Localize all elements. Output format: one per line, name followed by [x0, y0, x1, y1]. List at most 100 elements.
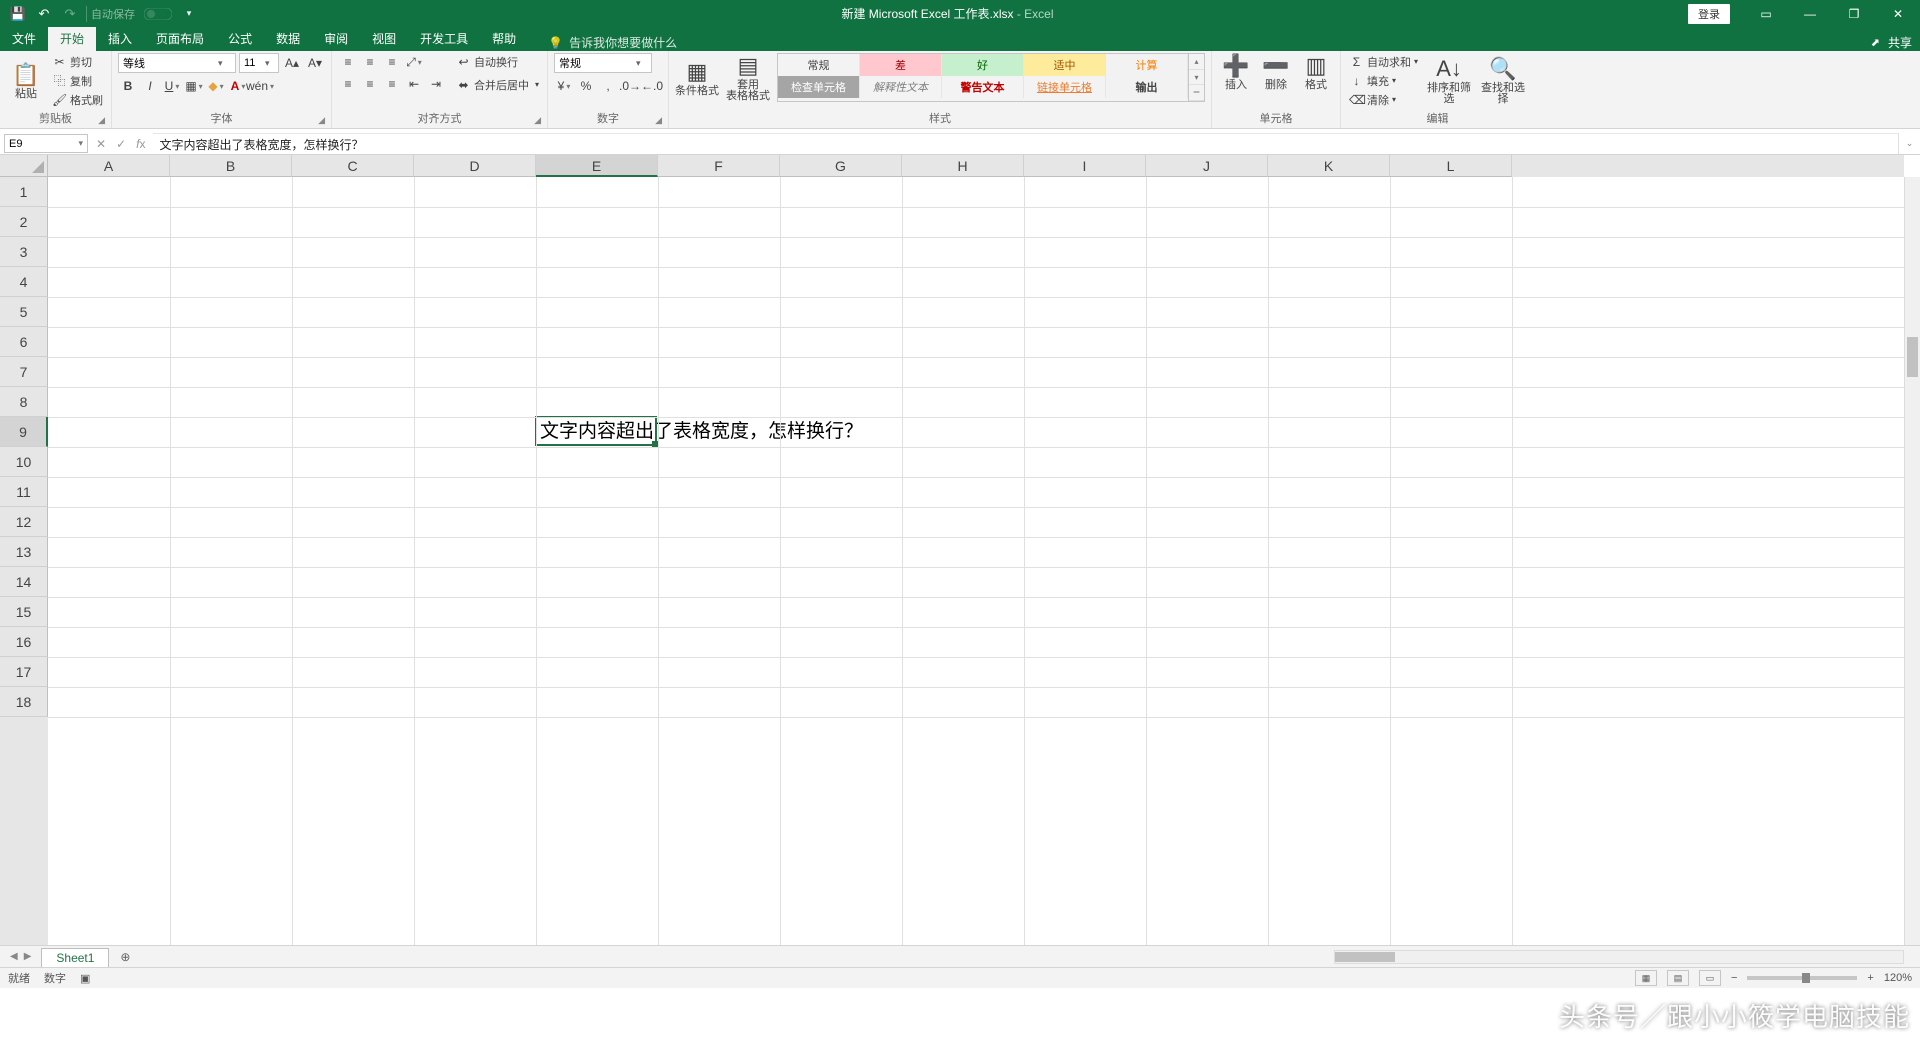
orientation-icon[interactable]: ⤢ — [404, 53, 424, 71]
dialog-launcher-icon[interactable]: ◢ — [318, 115, 325, 126]
redo-icon[interactable]: ↷ — [58, 3, 82, 25]
collapse-ribbon-icon[interactable]: ⬈ — [1871, 36, 1880, 49]
cut-button[interactable]: ✂剪切 — [50, 53, 105, 70]
fill-color-button[interactable]: ◆ — [206, 77, 226, 95]
fx-icon[interactable]: fx — [136, 137, 145, 151]
sheet-nav[interactable]: ◀▶ — [0, 951, 41, 962]
enter-icon[interactable]: ✓ — [116, 137, 126, 151]
minimize-button[interactable]: — — [1788, 0, 1832, 27]
comma-icon[interactable]: , — [598, 77, 618, 95]
tab-data[interactable]: 数据 — [264, 27, 312, 51]
sort-filter-button[interactable]: A↓排序和筛选 — [1424, 53, 1474, 108]
tab-insert[interactable]: 插入 — [96, 27, 144, 51]
style-warn[interactable]: 警告文本 — [942, 76, 1024, 98]
row-header[interactable]: 3 — [0, 237, 48, 267]
tell-me-search[interactable]: 💡 告诉我你想要做什么 — [548, 34, 677, 51]
autosave-toggle[interactable] — [141, 3, 175, 25]
row-header[interactable]: 4 — [0, 267, 48, 297]
merge-button[interactable]: ⬌合并后居中▾ — [454, 76, 541, 93]
style-link[interactable]: 链接单元格 — [1024, 76, 1106, 98]
delete-cells-button[interactable]: ➖删除 — [1258, 53, 1294, 91]
autosum-button[interactable]: Σ自动求和▾ — [1347, 53, 1420, 70]
expand-formula-bar-icon[interactable]: ⌄ — [1898, 133, 1920, 154]
worksheet-grid[interactable]: ABCDEFGHIJKL 123456789101112131415161718… — [0, 155, 1920, 945]
style-bad[interactable]: 差 — [860, 54, 942, 76]
fill-button[interactable]: ↓填充▾ — [1347, 72, 1420, 89]
row-header[interactable]: 11 — [0, 477, 48, 507]
row-header[interactable]: 15 — [0, 597, 48, 627]
dialog-launcher-icon[interactable]: ◢ — [534, 115, 541, 126]
wrap-text-button[interactable]: ↩自动换行 — [454, 53, 541, 70]
cells-area[interactable]: 文字内容超出了表格宽度，怎样换行？ — [48, 177, 1904, 945]
login-button[interactable]: 登录 — [1688, 4, 1730, 24]
col-header[interactable]: H — [902, 155, 1024, 177]
col-header[interactable]: L — [1390, 155, 1512, 177]
accounting-icon[interactable]: ¥ — [554, 77, 574, 95]
col-header[interactable]: A — [48, 155, 170, 177]
tab-home[interactable]: 开始 — [48, 27, 96, 51]
phonetic-button[interactable]: wén — [250, 77, 270, 95]
zoom-out-button[interactable]: − — [1731, 972, 1737, 984]
indent-dec-icon[interactable]: ⇤ — [404, 75, 424, 93]
style-calc[interactable]: 计算 — [1106, 54, 1188, 76]
font-size-combo[interactable]: ▾ — [239, 53, 279, 73]
align-left-icon[interactable]: ≡ — [338, 75, 358, 93]
align-top-icon[interactable]: ≡ — [338, 53, 358, 71]
align-right-icon[interactable]: ≡ — [382, 75, 402, 93]
tab-file[interactable]: 文件 — [0, 27, 48, 51]
style-output[interactable]: 输出 — [1106, 76, 1188, 98]
align-bottom-icon[interactable]: ≡ — [382, 53, 402, 71]
row-header[interactable]: 16 — [0, 627, 48, 657]
underline-button[interactable]: U — [162, 77, 182, 95]
font-name-combo[interactable]: ▾ — [118, 53, 236, 73]
qat-customize-icon[interactable]: ▾ — [177, 3, 201, 25]
dialog-launcher-icon[interactable]: ◢ — [98, 115, 105, 126]
copy-button[interactable]: ⿻复制 — [50, 72, 105, 89]
row-header[interactable]: 12 — [0, 507, 48, 537]
view-normal-icon[interactable]: ▦ — [1635, 970, 1657, 986]
bold-button[interactable]: B — [118, 77, 138, 95]
row-headers[interactable]: 123456789101112131415161718 — [0, 177, 48, 945]
undo-icon[interactable]: ↶ — [32, 3, 56, 25]
col-header[interactable]: E — [536, 155, 658, 177]
macro-rec-icon[interactable]: ▣ — [80, 972, 90, 985]
col-header[interactable]: B — [170, 155, 292, 177]
row-header[interactable]: 10 — [0, 447, 48, 477]
border-button[interactable]: ▦ — [184, 77, 204, 95]
conditional-format-button[interactable]: ▦条件格式 — [675, 53, 719, 102]
col-header[interactable]: C — [292, 155, 414, 177]
style-neutral[interactable]: 适中 — [1024, 54, 1106, 76]
col-header[interactable]: I — [1024, 155, 1146, 177]
row-header[interactable]: 2 — [0, 207, 48, 237]
style-explain[interactable]: 解释性文本 — [860, 76, 942, 98]
inc-decimal-icon[interactable]: .0→ — [620, 77, 640, 95]
clear-button[interactable]: ⌫清除▾ — [1347, 91, 1420, 108]
painter-button[interactable]: 🖌格式刷 — [50, 91, 105, 108]
tab-view[interactable]: 视图 — [360, 27, 408, 51]
align-center-icon[interactable]: ≡ — [360, 75, 380, 93]
cancel-icon[interactable]: ✕ — [96, 137, 106, 151]
row-header[interactable]: 13 — [0, 537, 48, 567]
vertical-scrollbar[interactable] — [1904, 177, 1920, 945]
row-header[interactable]: 6 — [0, 327, 48, 357]
align-middle-icon[interactable]: ≡ — [360, 53, 380, 71]
row-header[interactable]: 8 — [0, 387, 48, 417]
col-header[interactable]: D — [414, 155, 536, 177]
row-header[interactable]: 1 — [0, 177, 48, 207]
ribbon-display-icon[interactable]: ▭ — [1744, 0, 1788, 27]
percent-icon[interactable]: % — [576, 77, 596, 95]
sheet-tab-active[interactable]: Sheet1 — [41, 948, 109, 967]
col-header[interactable]: K — [1268, 155, 1390, 177]
new-sheet-button[interactable]: ⊕ — [115, 950, 135, 964]
style-good[interactable]: 好 — [942, 54, 1024, 76]
row-header[interactable]: 5 — [0, 297, 48, 327]
italic-button[interactable]: I — [140, 77, 160, 95]
name-box[interactable]: E9▾ — [4, 134, 88, 153]
save-icon[interactable]: 💾 — [6, 3, 30, 25]
paste-button[interactable]: 📋 粘贴 — [6, 53, 46, 108]
horizontal-scrollbar[interactable] — [1334, 950, 1904, 964]
col-header[interactable]: G — [780, 155, 902, 177]
zoom-in-button[interactable]: + — [1867, 972, 1873, 984]
formula-bar[interactable]: 文字内容超出了表格宽度，怎样换行？ — [153, 133, 1898, 154]
row-header[interactable]: 9 — [0, 417, 48, 447]
